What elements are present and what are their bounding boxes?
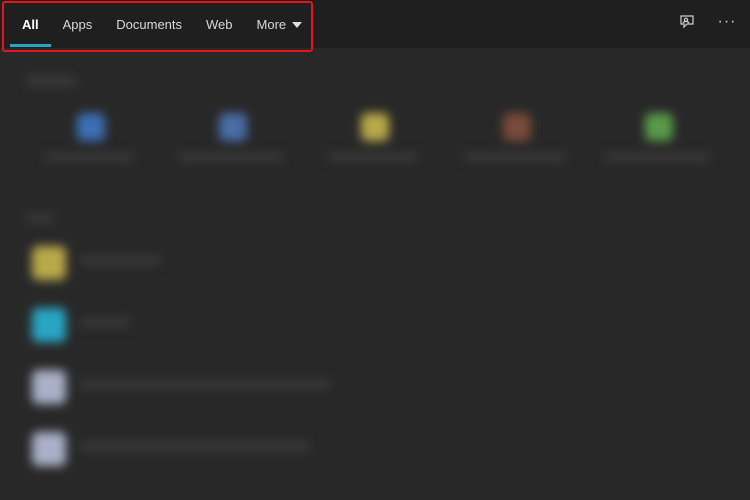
top-actions: ··· (676, 0, 738, 44)
tab-web-label: Web (206, 16, 233, 32)
blurred-app-icon (77, 113, 105, 141)
tab-all-label: All (22, 16, 39, 32)
blurred-item-icon (32, 246, 66, 280)
tab-web[interactable]: Web (194, 0, 245, 48)
tab-apps-label: Apps (62, 16, 93, 32)
search-window: All Apps Documents Web More ··· (0, 0, 750, 500)
blurred-top-app (456, 103, 574, 183)
blurred-item-label (80, 442, 310, 451)
blurred-list-item (28, 300, 448, 350)
more-options-icon[interactable]: ··· (716, 11, 738, 33)
blurred-top-app (598, 103, 716, 183)
blurred-results-area (0, 48, 750, 500)
blurred-section-heading (26, 214, 54, 223)
blurred-top-app (314, 103, 432, 183)
blurred-app-label (604, 153, 710, 161)
blurred-item-label (80, 256, 160, 265)
tab-more[interactable]: More (245, 0, 315, 48)
blurred-app-icon (361, 113, 389, 141)
chevron-down-icon (292, 21, 303, 28)
blurred-item-icon (32, 370, 66, 404)
tab-all[interactable]: All (10, 0, 51, 48)
blurred-app-icon (503, 113, 531, 141)
blurred-item-label (80, 318, 130, 327)
search-tabs: All Apps Documents Web More (10, 0, 314, 48)
feedback-icon[interactable] (676, 11, 698, 33)
blurred-section-heading (26, 76, 76, 86)
blurred-top-app (30, 103, 148, 183)
blurred-app-label (44, 153, 134, 161)
blurred-list-item (28, 424, 448, 474)
blurred-app-icon (645, 113, 673, 141)
blurred-list-item (28, 362, 448, 412)
blurred-app-label (464, 153, 566, 161)
blurred-top-app (172, 103, 290, 183)
blurred-app-label (328, 153, 418, 161)
blurred-list-item (28, 238, 448, 288)
search-topbar: All Apps Documents Web More ··· (0, 0, 750, 52)
blurred-item-label (80, 380, 330, 389)
blurred-app-icon (219, 113, 247, 141)
blurred-app-label (178, 153, 284, 161)
tab-documents-label: Documents (116, 16, 183, 32)
tab-apps[interactable]: Apps (51, 0, 105, 48)
tab-more-label: More (256, 16, 287, 32)
tab-documents[interactable]: Documents (104, 0, 194, 48)
blurred-item-icon (32, 432, 66, 466)
more-options-glyph: ··· (717, 13, 737, 30)
blurred-item-icon (32, 308, 66, 342)
